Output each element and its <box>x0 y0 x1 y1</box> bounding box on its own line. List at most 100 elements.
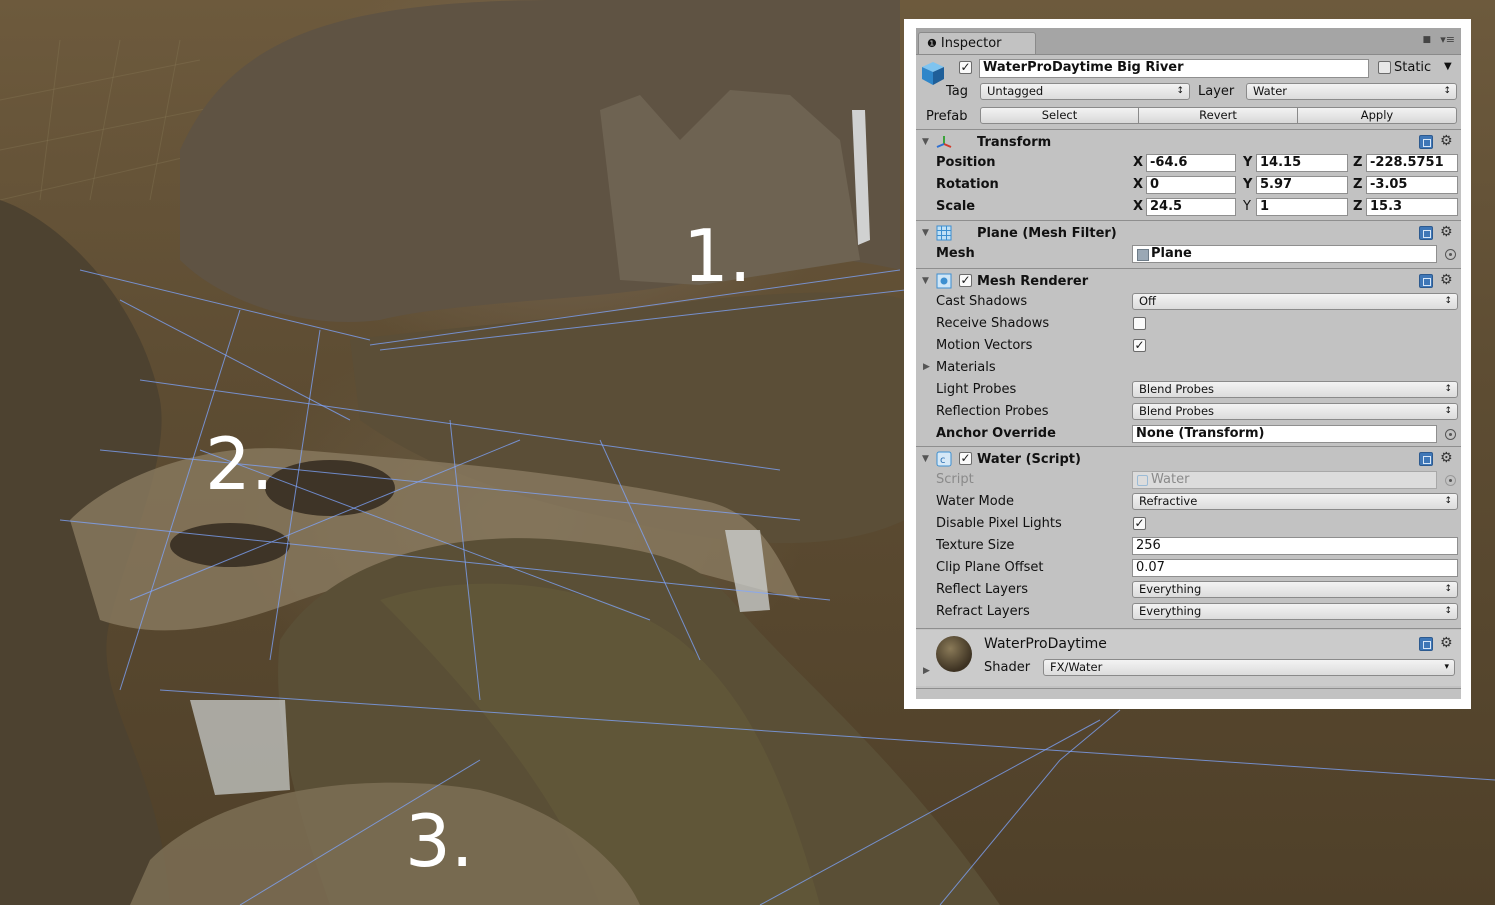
mesh-renderer-title: Mesh Renderer <box>977 274 1089 289</box>
position-y-axis: Y <box>1243 155 1253 170</box>
cast-shadows-dropdown[interactable]: Off ↕ <box>1132 293 1458 310</box>
light-probes-label: Light Probes <box>936 382 1017 397</box>
position-y-field[interactable]: 14.15 <box>1256 154 1348 172</box>
mesh-renderer-icon <box>936 273 952 289</box>
gameobject-cube-icon <box>922 62 944 85</box>
static-dropdown-icon[interactable]: ▼ <box>1444 61 1452 72</box>
anchor-override-field[interactable]: None (Transform) <box>1132 425 1437 443</box>
light-probes-value: Blend Probes <box>1139 382 1215 396</box>
reflect-layers-arrow-icon: ↕ <box>1444 584 1452 594</box>
transform-fold-icon[interactable]: ▼ <box>922 137 929 147</box>
divider <box>916 628 1461 629</box>
scale-x-field[interactable]: 24.5 <box>1146 198 1236 216</box>
water-script-enabled-checkbox[interactable]: ✓ <box>959 452 972 465</box>
transform-help-icon[interactable] <box>1419 135 1433 149</box>
layer-dropdown[interactable]: Water ↕ <box>1246 83 1457 100</box>
water-script-gear-icon[interactable]: ⚙ <box>1440 451 1453 465</box>
shader-dropdown[interactable]: FX/Water ▾ <box>1043 659 1455 676</box>
info-icon: ❶ <box>927 37 937 50</box>
position-z-axis: Z <box>1353 155 1363 170</box>
shader-label: Shader <box>984 660 1031 675</box>
water-script-help-icon[interactable] <box>1419 452 1433 466</box>
transform-gear-icon[interactable]: ⚙ <box>1440 134 1453 148</box>
prefab-revert-button[interactable]: Revert <box>1138 107 1298 124</box>
position-z-field[interactable]: -228.5751 <box>1366 154 1458 172</box>
refract-layers-dropdown[interactable]: Everything ↕ <box>1132 603 1458 620</box>
clip-plane-offset-field[interactable]: 0.07 <box>1132 559 1458 577</box>
materials-fold-icon[interactable]: ▶ <box>923 362 930 372</box>
reflect-layers-value: Everything <box>1139 582 1202 596</box>
divider <box>916 129 1461 130</box>
transform-title: Transform <box>977 135 1052 150</box>
mesh-renderer-enabled-checkbox[interactable]: ✓ <box>959 274 972 287</box>
material-help-icon[interactable] <box>1419 637 1433 651</box>
scale-y-field[interactable]: 1 <box>1256 198 1348 216</box>
rotation-y-field[interactable]: 5.97 <box>1256 176 1348 194</box>
light-probes-dropdown[interactable]: Blend Probes ↕ <box>1132 381 1458 398</box>
position-x-field[interactable]: -64.6 <box>1146 154 1236 172</box>
anchor-override-label: Anchor Override <box>936 426 1056 441</box>
object-header: ✓ WaterProDaytime Big River Static ▼ Tag… <box>916 55 1461 133</box>
reflection-probes-dropdown[interactable]: Blend Probes ↕ <box>1132 403 1458 420</box>
position-x-axis: X <box>1133 155 1144 170</box>
script-label: Script <box>936 472 974 487</box>
anchor-override-picker-icon[interactable] <box>1445 429 1456 440</box>
water-mode-dropdown[interactable]: Refractive ↕ <box>1132 493 1458 510</box>
scale-x-axis: X <box>1133 199 1144 214</box>
tab-inspector[interactable]: ❶ Inspector <box>918 32 1036 54</box>
clip-plane-offset-label: Clip Plane Offset <box>936 560 1044 575</box>
prefab-select-button[interactable]: Select <box>980 107 1139 124</box>
script-asset-icon <box>1137 475 1148 486</box>
mesh-filter-gear-icon[interactable]: ⚙ <box>1440 225 1453 239</box>
lock-icon[interactable]: ■ <box>1422 35 1431 45</box>
refract-layers-arrow-icon: ↕ <box>1444 606 1452 616</box>
rotation-z-field[interactable]: -3.05 <box>1366 176 1458 194</box>
mesh-filter-help-icon[interactable] <box>1419 226 1433 240</box>
materials-label[interactable]: Materials <box>936 360 996 375</box>
tag-dropdown-arrow-icon: ↕ <box>1176 86 1184 96</box>
inspector-tabbar: ❶ Inspector ■ ▾≡ <box>916 28 1461 55</box>
receive-shadows-label: Receive Shadows <box>936 316 1050 331</box>
tag-label: Tag <box>946 84 969 99</box>
reflection-probes-value: Blend Probes <box>1139 404 1215 418</box>
reflection-probes-label: Reflection Probes <box>936 404 1049 419</box>
layer-label: Layer <box>1198 84 1235 99</box>
divider <box>916 220 1461 221</box>
reflect-layers-dropdown[interactable]: Everything ↕ <box>1132 581 1458 598</box>
material-name: WaterProDaytime <box>984 636 1107 652</box>
mesh-grid-icon <box>936 225 952 241</box>
scale-z-axis: Z <box>1353 199 1363 214</box>
mesh-renderer-gear-icon[interactable]: ⚙ <box>1440 273 1453 287</box>
reflection-probes-arrow-icon: ↕ <box>1444 406 1452 416</box>
prefab-apply-button[interactable]: Apply <box>1297 107 1457 124</box>
mesh-renderer-fold-icon[interactable]: ▼ <box>922 276 929 286</box>
shader-arrow-icon: ▾ <box>1444 662 1449 672</box>
object-active-checkbox[interactable]: ✓ <box>959 61 972 74</box>
mesh-picker-icon[interactable] <box>1445 249 1456 260</box>
water-mode-label: Water Mode <box>936 494 1014 509</box>
receive-shadows-checkbox[interactable] <box>1133 317 1146 330</box>
disable-pixel-lights-checkbox[interactable]: ✓ <box>1133 517 1146 530</box>
material-fold-icon[interactable]: ▶ <box>923 666 930 676</box>
texture-size-field[interactable]: 256 <box>1132 537 1458 555</box>
mesh-filter-fold-icon[interactable]: ▼ <box>922 228 929 238</box>
light-probes-arrow-icon: ↕ <box>1444 384 1452 394</box>
tag-dropdown[interactable]: Untagged ↕ <box>980 83 1190 100</box>
mesh-renderer-help-icon[interactable] <box>1419 274 1433 288</box>
tab-menu-icon[interactable]: ▾≡ <box>1440 33 1455 46</box>
waterfall-3 <box>190 700 290 795</box>
reflect-layers-label: Reflect Layers <box>936 582 1029 597</box>
mesh-object-field[interactable]: Plane <box>1132 245 1437 263</box>
material-gear-icon[interactable]: ⚙ <box>1440 636 1453 650</box>
mesh-label: Mesh <box>936 246 975 261</box>
motion-vectors-label: Motion Vectors <box>936 338 1033 353</box>
divider <box>916 268 1461 269</box>
static-checkbox[interactable] <box>1378 61 1391 74</box>
rotation-x-field[interactable]: 0 <box>1146 176 1236 194</box>
water-script-fold-icon[interactable]: ▼ <box>922 454 929 464</box>
object-name-field[interactable]: WaterProDaytime Big River <box>979 59 1369 78</box>
scale-z-field[interactable]: 15.3 <box>1366 198 1458 216</box>
motion-vectors-checkbox[interactable]: ✓ <box>1133 339 1146 352</box>
texture-size-label: Texture Size <box>936 538 1015 553</box>
water-script-component: ▼ c ✓ Water (Script) ⚙ Script Water Wate… <box>916 448 1461 634</box>
